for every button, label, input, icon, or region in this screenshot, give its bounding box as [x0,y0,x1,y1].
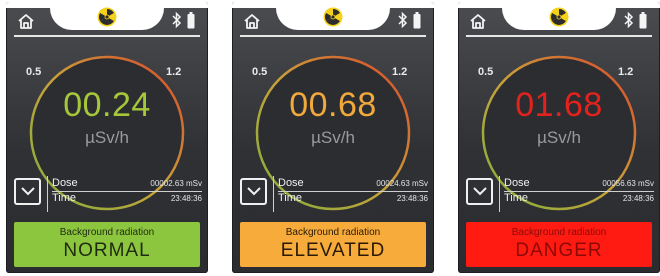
battery-icon [187,12,195,29]
expand-button[interactable] [466,178,493,205]
bluetooth-icon [172,11,182,29]
gauge-max-label: 1.2 [618,66,634,78]
time-value: 23:48:36 [622,194,654,203]
dose-info-panel: Dose 00056.63 mSv Time 23:48:36 [466,174,654,212]
gauge-min-label: 0.5 [252,66,268,78]
chevron-down-icon [473,187,487,196]
top-bar [6,2,208,38]
status-banner: Background radiation NORMAL [14,222,200,267]
dose-info-panel: Dose 00024.63 mSv Time 23:48:36 [240,174,428,212]
time-value: 23:48:36 [396,194,428,203]
dose-value: 00056.63 mSv [602,179,654,188]
time-label: Time [504,192,529,204]
home-icon[interactable] [242,12,262,32]
dosimeter-screen-danger: 0.5 1.2 01.68 µSv/h Dose 00056.63 mSv Ti… [458,2,660,273]
home-icon[interactable] [468,12,488,32]
expand-button[interactable] [14,178,41,205]
dose-rate-unit: µSv/h [537,128,581,147]
gauge-max-label: 1.2 [166,66,182,78]
dose-rate-value: 00.24 [63,86,151,124]
status-level: NORMAL [63,240,151,261]
bluetooth-icon [624,11,634,29]
dose-rate-unit: µSv/h [311,128,355,147]
dose-label: Dose [278,177,304,189]
dose-value: 00002.63 mSv [150,179,202,188]
gauge-min-label: 0.5 [478,66,494,78]
dose-rate-value: 01.68 [515,86,603,124]
time-value: 23:48:36 [170,194,202,203]
gauge-max-label: 1.2 [392,66,408,78]
status-banner: Background radiation ELEVATED [240,222,426,267]
time-label: Time [278,192,303,204]
status-banner: Background radiation DANGER [466,222,652,267]
status-level: ELEVATED [280,240,386,261]
top-bar [458,2,660,38]
bluetooth-icon [398,11,408,29]
radiation-icon [549,7,569,27]
gauge-min-label: 0.5 [26,66,42,78]
status-caption: Background radiation [59,227,155,238]
chevron-down-icon [247,187,261,196]
status-caption: Background radiation [285,227,381,238]
dosimeter-screen-normal: 0.5 1.2 00.24 µSv/h Dose 00002.63 mSv Ti… [6,2,208,273]
expand-button[interactable] [240,178,267,205]
time-label: Time [52,192,77,204]
dose-value: 00024.63 mSv [376,179,428,188]
dose-info-panel: Dose 00002.63 mSv Time 23:48:36 [14,174,202,212]
dosimeter-screen-elevated: 0.5 1.2 00.68 µSv/h Dose 00024.63 mSv Ti… [232,2,434,273]
battery-icon [413,12,421,29]
home-icon[interactable] [16,12,36,32]
status-level: DANGER [515,240,603,261]
top-bar [232,2,434,38]
radiation-icon [97,7,117,27]
chevron-down-icon [21,187,35,196]
dose-rate-unit: µSv/h [85,128,129,147]
battery-icon [639,12,647,29]
dose-label: Dose [52,177,78,189]
radiation-icon [323,7,343,27]
status-caption: Background radiation [511,227,607,238]
dose-rate-value: 00.68 [289,86,377,124]
dose-label: Dose [504,177,530,189]
